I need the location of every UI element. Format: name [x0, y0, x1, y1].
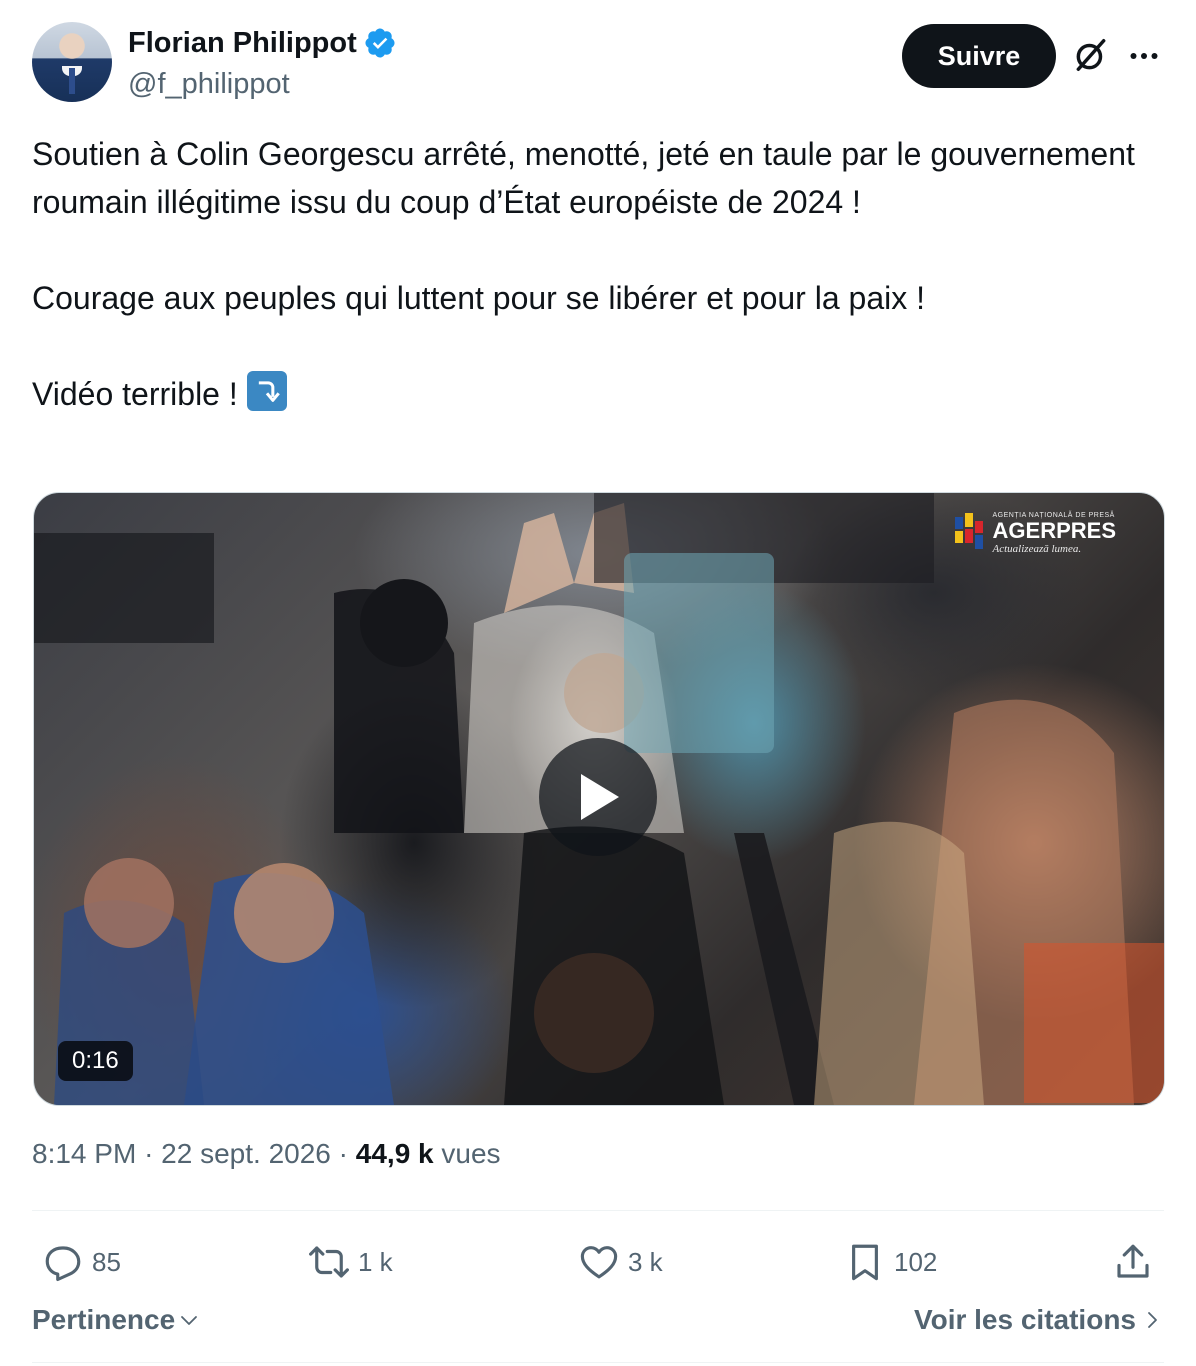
view-quotes-link[interactable]: Voir les citations	[914, 1304, 1164, 1336]
tweet-date[interactable]: 22 sept. 2026	[161, 1138, 331, 1169]
divider	[32, 1210, 1164, 1211]
logo-name: AGERPRES	[992, 517, 1116, 543]
agerpres-logo-mark-icon	[954, 513, 983, 549]
more-icon[interactable]	[1126, 38, 1162, 74]
bookmark-count: 102	[894, 1246, 938, 1277]
divider	[32, 1362, 1164, 1363]
grok-icon[interactable]	[1072, 36, 1110, 74]
tweet-paragraph: Vidéo terrible !	[32, 370, 1164, 418]
author-name[interactable]: Florian Philippot	[128, 27, 357, 60]
bookmark-icon	[852, 1244, 878, 1281]
replies-footer: Pertinence Voir les citations	[32, 1300, 1164, 1344]
avatar[interactable]	[32, 22, 112, 102]
play-icon	[581, 774, 619, 820]
author-name-line: Florian Philippot	[128, 26, 397, 60]
meta-separator: ·	[144, 1138, 154, 1169]
tweet-header: Florian Philippot @f_philippot Suivre	[32, 22, 1164, 106]
bookmark-button[interactable]: 102	[844, 1234, 937, 1290]
repost-button[interactable]: 1 k	[308, 1234, 393, 1290]
reply-count: 85	[92, 1246, 121, 1277]
tweet-paragraph-text: Vidéo terrible !	[32, 376, 238, 412]
tweet-time[interactable]: 8:14 PM	[32, 1138, 136, 1169]
like-icon	[580, 1246, 618, 1279]
views-label: vues	[441, 1138, 501, 1169]
tweet-text: Soutien à Colin Georgescu arrêté, menott…	[32, 130, 1164, 418]
meta-separator: ·	[338, 1138, 348, 1169]
like-count: 3 k	[628, 1246, 663, 1277]
tweet-paragraph: Soutien à Colin Georgescu arrêté, menott…	[32, 136, 1135, 220]
sort-dropdown[interactable]: Pertinence	[32, 1304, 201, 1336]
repost-count: 1 k	[358, 1246, 393, 1277]
follow-button[interactable]: Suivre	[902, 24, 1056, 88]
quotes-label: Voir les citations	[914, 1304, 1136, 1335]
tweet-meta: 8:14 PM · 22 sept. 2026 · 44,9 k vues	[32, 1138, 501, 1170]
reply-icon	[45, 1246, 81, 1282]
video-player[interactable]: AGENȚIA NAȚIONALĂ DE PRESĂ AGERPRES Actu…	[33, 492, 1165, 1106]
action-bar: 85 1 k 3 k 102	[32, 1234, 1164, 1290]
video-duration: 0:16	[58, 1041, 133, 1081]
author-handle[interactable]: @f_philippot	[128, 68, 290, 101]
views-count: 44,9 k	[355, 1138, 434, 1169]
chevron-down-icon	[181, 1316, 198, 1325]
reply-button[interactable]: 85	[42, 1234, 121, 1290]
repost-icon	[309, 1246, 349, 1278]
logo-tagline: Actualizează lumea.	[992, 542, 1082, 555]
sort-label: Pertinence	[32, 1304, 176, 1335]
like-button[interactable]: 3 k	[578, 1234, 663, 1290]
play-button[interactable]	[539, 738, 657, 856]
agerpres-logo: AGENȚIA NAȚIONALĂ DE PRESĂ AGERPRES Actu…	[951, 511, 1116, 555]
arrow-down-emoji-icon	[246, 371, 287, 411]
chevron-right-icon	[1148, 1312, 1157, 1328]
verified-badge-icon	[365, 28, 395, 58]
share-icon	[1117, 1244, 1149, 1278]
tweet-paragraph: Courage aux peuples qui luttent pour se …	[32, 280, 925, 316]
share-button[interactable]	[1112, 1234, 1154, 1290]
